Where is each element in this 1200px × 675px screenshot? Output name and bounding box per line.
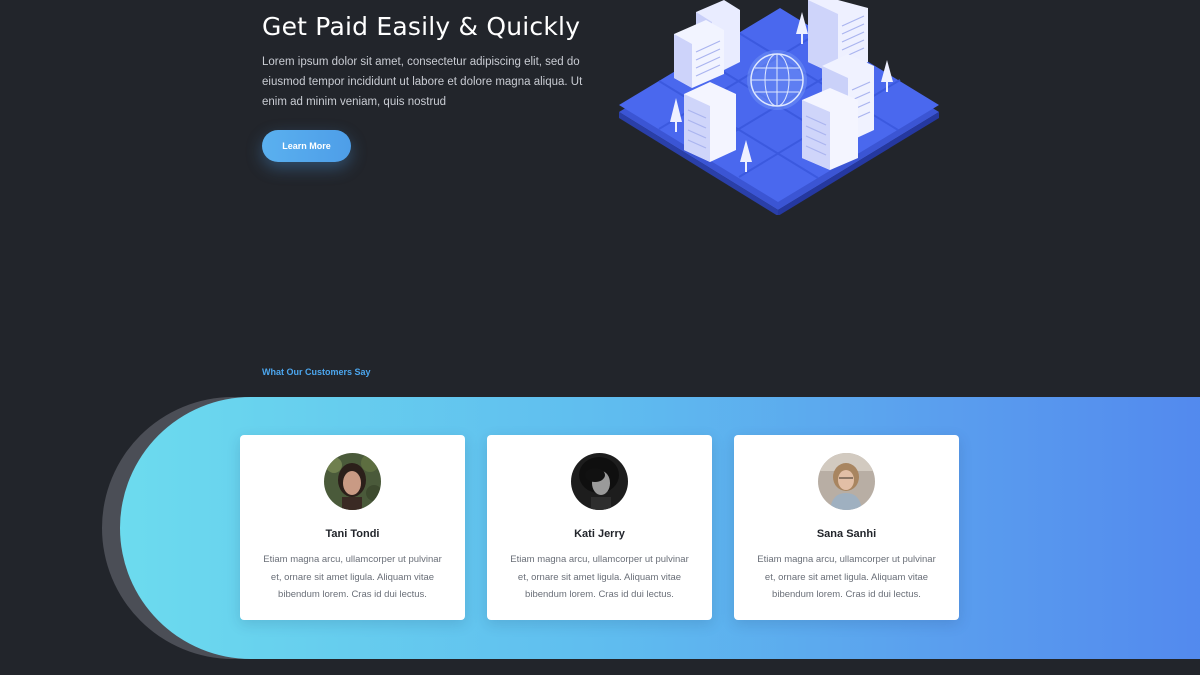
learn-more-button[interactable]: Learn More <box>262 130 351 162</box>
testimonial-quote: Etiam magna arcu, ullamcorper ut pulvina… <box>263 554 442 600</box>
customer-photo-icon <box>324 453 381 510</box>
customer-name: Sana Sanhi <box>816 528 877 540</box>
customer-photo-icon <box>571 453 628 510</box>
hero-description: Lorem ipsum dolor sit amet, consectetur … <box>262 56 583 108</box>
hero-title: Get Paid Easily & Quickly <box>262 12 581 41</box>
testimonial-card: Sana Sanhi Etiam magna arcu, ullamcorper… <box>734 435 959 620</box>
testimonial-quote: Etiam magna arcu, ullamcorper ut pulvina… <box>510 554 689 600</box>
globe-icon <box>747 50 807 110</box>
customer-name: Kati Jerry <box>574 528 625 540</box>
testimonial-quote: Etiam magna arcu, ullamcorper ut pulvina… <box>757 554 936 600</box>
testimonial-card: Kati Jerry Etiam magna arcu, ullamcorper… <box>487 435 712 620</box>
testimonial-card: Tani Tondi Etiam magna arcu, ullamcorper… <box>240 435 465 620</box>
isometric-city-illustration <box>612 0 947 216</box>
section-label: What Our Customers Say <box>262 367 371 377</box>
customer-photo-icon <box>818 453 875 510</box>
customer-name: Tani Tondi <box>325 528 380 540</box>
